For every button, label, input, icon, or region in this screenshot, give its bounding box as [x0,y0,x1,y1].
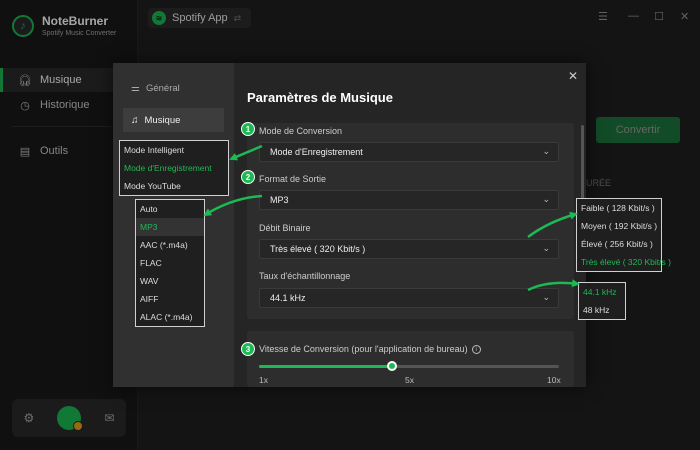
tab-general[interactable]: ⚌ Général [123,76,224,100]
sample-rate-options: 44.1 kHz 48 kHz [578,282,626,320]
output-format-value: MP3 [270,195,289,205]
slider-tick-label: 10x [547,375,561,385]
music-settings-group: Mode de Conversion Mode d'Enregistrement… [247,123,574,319]
slider-handle[interactable] [387,361,398,371]
conversion-mode-options: Mode Intelligent Mode d'Enregistrement M… [119,140,229,196]
chevron-down-icon: ⌄ [542,243,550,253]
output-format-options: Auto MP3 AAC (*.m4a) FLAC WAV AIFF ALAC … [135,199,205,327]
option-mode-intelligent[interactable]: Mode Intelligent [120,141,228,159]
bitrate-select[interactable]: Très élevé ( 320 Kbit/s ) ⌄ [259,239,559,259]
option-rate-48[interactable]: 48 kHz [579,301,625,319]
conversion-speed-group: Vitesse de Conversion (pour l'applicatio… [247,331,574,387]
option-format-aiff[interactable]: AIFF [136,290,204,308]
info-icon[interactable]: i [471,345,481,354]
output-format-label: Format de Sortie [259,174,327,184]
option-format-flac[interactable]: FLAC [136,254,204,272]
sample-rate-label: Taux d'échantillonnage [259,271,351,281]
bitrate-options: Faible ( 128 Kbit/s ) Moyen ( 192 Kbit/s… [576,198,671,272]
option-format-mp3[interactable]: MP3 [136,218,204,236]
option-format-auto[interactable]: Auto [136,200,204,218]
dialog-title: Paramètres de Musique [247,90,393,105]
conversion-speed-label: Vitesse de Conversion (pour l'applicatio… [259,344,481,354]
bitrate-label: Débit Binaire [259,223,311,233]
bitrate-value: Très élevé ( 320 Kbit/s ) [270,244,366,254]
tab-label: Musique [144,114,181,126]
sample-rate-select[interactable]: 44.1 kHz ⌄ [259,288,559,308]
conversion-mode-value: Mode d'Enregistrement [270,147,363,157]
chevron-down-icon: ⌄ [542,146,550,156]
option-mode-youtube[interactable]: Mode YouTube [120,177,228,195]
step-badge-1: 1 [241,122,255,136]
option-bitrate-256[interactable]: Élevé ( 256 Kbit/s ) [577,235,661,253]
conversion-mode-label: Mode de Conversion [259,126,343,136]
slider-tick-label: 5x [405,375,414,385]
chevron-down-icon: ⌄ [542,194,550,204]
option-bitrate-320[interactable]: Très élevé ( 320 Kbit/s ) [577,253,671,271]
close-icon[interactable]: ✕ [568,69,578,83]
option-format-aac[interactable]: AAC (*.m4a) [136,236,204,254]
sample-rate-value: 44.1 kHz [270,293,306,303]
tab-label: Général [145,82,180,94]
output-format-select[interactable]: MP3 ⌄ [259,190,559,210]
slider-fill [259,365,393,368]
option-format-alac[interactable]: ALAC (*.m4a) [136,308,204,326]
option-bitrate-128[interactable]: Faible ( 128 Kbit/s ) [577,199,661,217]
option-mode-enregistrement[interactable]: Mode d'Enregistrement [120,159,228,177]
option-bitrate-192[interactable]: Moyen ( 192 Kbit/s ) [577,217,661,235]
option-rate-44-1[interactable]: 44.1 kHz [579,283,625,301]
chevron-down-icon: ⌄ [542,292,550,302]
scrollbar[interactable] [581,125,584,205]
slider-tick-label: 1x [259,375,268,385]
music-note-icon: ♫ [131,114,139,126]
step-badge-2: 2 [241,170,255,184]
conversion-mode-select[interactable]: Mode d'Enregistrement ⌄ [259,142,559,162]
sliders-icon: ⚌ [131,82,140,94]
conversion-speed-slider[interactable] [259,361,559,371]
option-format-wav[interactable]: WAV [136,272,204,290]
step-badge-3: 3 [241,342,255,356]
tab-musique[interactable]: ♫ Musique [123,108,224,132]
